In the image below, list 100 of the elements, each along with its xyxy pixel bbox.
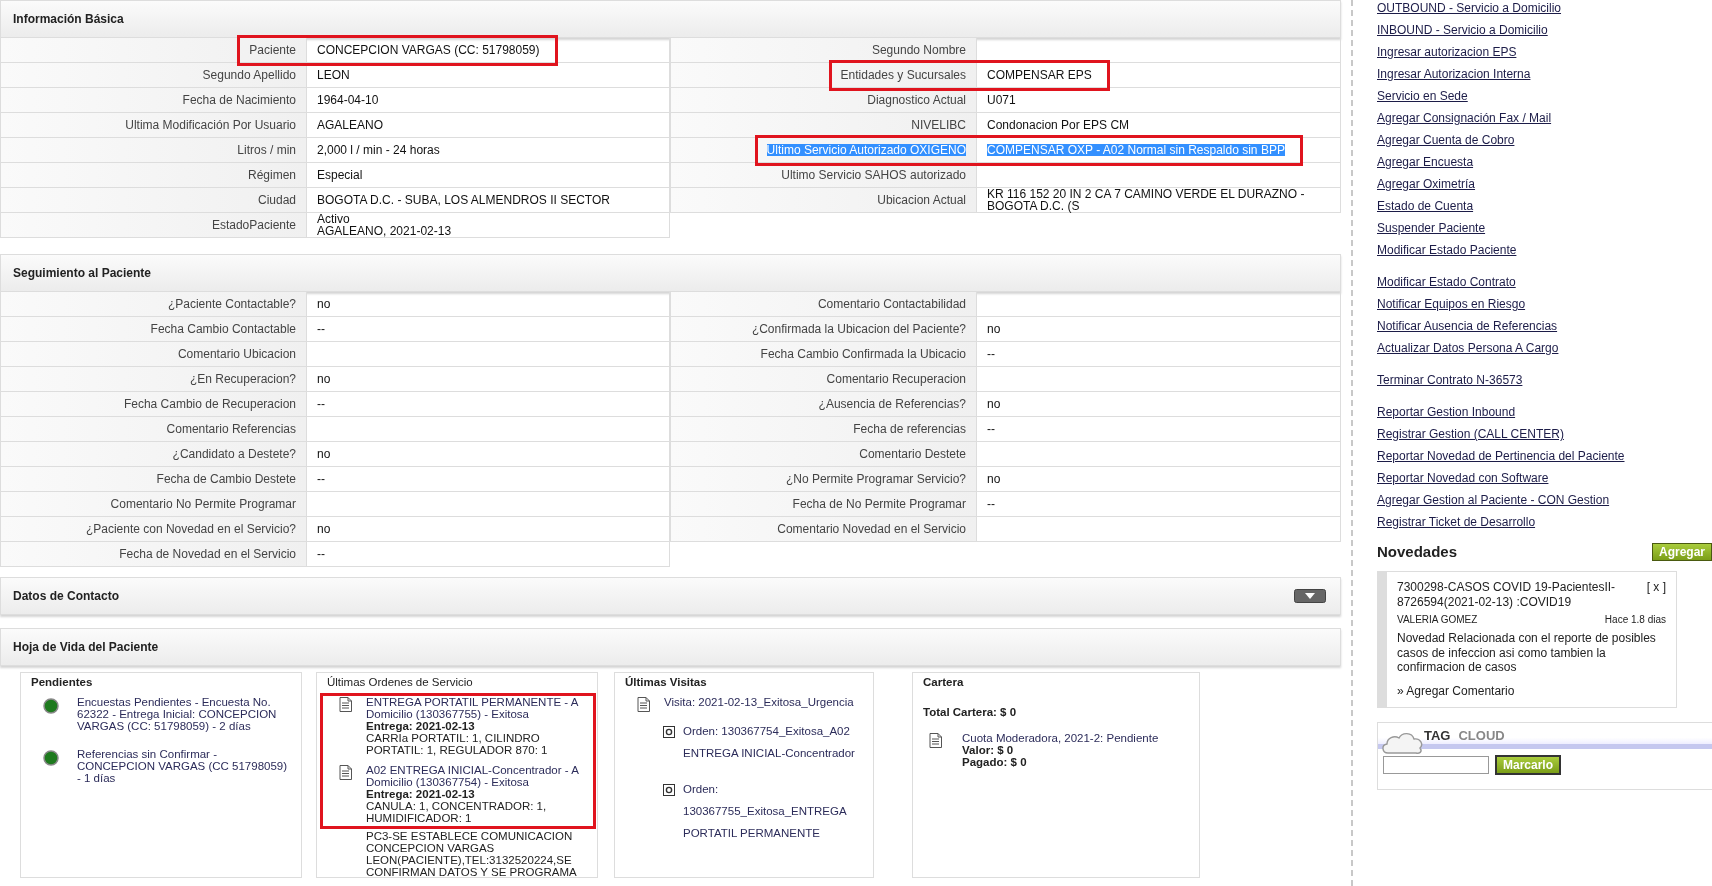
action-link[interactable]: Modificar Estado Contrato (1377, 271, 1712, 293)
action-link[interactable]: Suspender Paciente (1377, 217, 1712, 239)
action-link[interactable]: Terminar Contrato N-36573 (1377, 369, 1712, 391)
field-label: ¿Ausencia de Referencias? (818, 398, 966, 410)
news-age: Hace 1.8 dias (1604, 614, 1666, 627)
news-title: 7300298-CASOS COVID 19-PacientesII-8726594(2021-02-13) :COVID19 (1397, 580, 1617, 610)
field-label: NIVELIBC (911, 119, 966, 131)
section-title: Novedades (1377, 543, 1458, 562)
field-label: Ultima Modificación Por Usuario (125, 119, 296, 131)
field-value: no (317, 448, 331, 460)
field-value: no (317, 523, 331, 535)
field-value: 2,000 l / min - 24 horas (317, 144, 440, 156)
field-label: Ubicacion Actual (877, 194, 966, 206)
document-icon (929, 733, 942, 748)
delivery-date: Entrega: 2021-02-13 (366, 788, 476, 800)
field-label: Segundo Apellido (202, 69, 296, 81)
close-link[interactable]: [ x ] (1646, 580, 1666, 610)
pending-item-text[interactable]: Referencias sin Confirmar - CONCEPCION VARGAS (CC 51798059) - 1 días (77, 748, 291, 784)
charge-link[interactable]: Cuota Moderadora, 2021-2: Pendiente (962, 732, 1159, 744)
action-link[interactable]: Notificar Ausencia de Referencias (1377, 315, 1712, 337)
comment-link[interactable]: » Agregar Comentario (1397, 684, 1666, 699)
field-value: KR 116 152 20 IN 2 CA 7 CAMINO VERDE EL DURAZNO - BOGOTA D.C. (S (987, 188, 1306, 212)
action-link[interactable]: Actualizar Datos Persona A Cargo (1377, 337, 1712, 359)
field-value: -- (317, 398, 325, 410)
field-value: no (987, 323, 1001, 335)
action-link[interactable]: Servicio en Sede (1377, 85, 1712, 107)
field-value: Activo AGALEANO, 2021-02-13 (317, 213, 452, 237)
field-label: ¿Confirmada la Ubicacion del Paciente? (751, 323, 966, 335)
action-link[interactable]: Ingresar Autorizacion Interna (1377, 63, 1712, 85)
expand-toggle[interactable] (1294, 589, 1326, 603)
field-label: EstadoPaciente (211, 219, 296, 231)
field-value: LEON (317, 69, 350, 81)
action-link[interactable]: Agregar Consignación Fax / Mail (1377, 107, 1712, 129)
field-label: ¿No Permite Programar Servicio? (785, 473, 966, 485)
field-value: no (317, 298, 331, 310)
document-icon (339, 697, 352, 712)
section-title: Hoja de Vida del Paciente (13, 639, 159, 655)
action-link[interactable]: Modificar Estado Paciente (1377, 239, 1712, 261)
action-link[interactable]: Ingresar autorizacion EPS (1377, 41, 1712, 63)
field-value: -- (317, 473, 325, 485)
field-value: BOGOTA D.C. - SUBA, LOS ALMENDROS II SECTOR (317, 194, 610, 206)
field-value: no (987, 398, 1001, 410)
action-link[interactable]: INBOUND - Servicio a Domicilio (1377, 19, 1712, 41)
order-title[interactable]: ENTREGA PORTATIL PERMANENTE - A Domicilio (130367755) - Exitosa (366, 696, 587, 720)
action-link[interactable]: Registrar Gestion (CALL CENTER) (1377, 423, 1712, 445)
order-note: PC3-SE ESTABLECE COMUNICACION CONCEPCION VARGAS LEON(PACIENTE),TEL:3132520224,SE CONFIRMAN DATOS Y SE PROGRAMA (366, 830, 578, 877)
action-link[interactable]: Notificar Equipos en Riesgo (1377, 293, 1712, 315)
field-label: Fecha de No Permite Programar (792, 498, 966, 510)
field-value: no (317, 373, 331, 385)
field-label: Fecha de Cambio Destete (156, 473, 296, 485)
panel-title: Cartera (923, 676, 965, 688)
field-label: ¿Paciente con Novedad en el Servicio? (85, 523, 296, 535)
document-icon (637, 697, 650, 712)
section-title: Seguimiento al Paciente (13, 265, 152, 281)
action-link[interactable]: Reportar Novedad de Pertinencia del Paciente (1377, 445, 1712, 467)
field-label: Ciudad (257, 194, 296, 206)
action-link[interactable]: Agregar Cuenta de Cobro (1377, 129, 1712, 151)
tag-field[interactable] (1383, 755, 1489, 774)
field-value: U071 (987, 94, 1016, 106)
field-label: Comentario Destete (859, 448, 966, 460)
pending-item-text[interactable]: Encuestas Pendientes - Encuesta No. 62322 - Entrega Inicial: CONCEPCION VARGAS (CC: 51798059) - 2 días (77, 696, 291, 732)
field-value: -- (987, 423, 995, 435)
field-label: Comentario Recuperacion (826, 373, 966, 385)
field-label: Régimen (247, 169, 296, 181)
document-icon (339, 765, 352, 780)
field-label: Fecha de referencias (853, 423, 966, 435)
action-link[interactable]: Reportar Novedad con Software (1377, 467, 1712, 489)
visit-link[interactable]: Visita: 2021-02-13_Exitosa_Urgencia (664, 696, 854, 712)
tag-cloud-title: TAG (1424, 728, 1451, 744)
field-value: -- (317, 548, 325, 560)
order-detail: CARRIa PORTATIL: 1, CILINDRO PORTATIL: 1, REGULADOR 870: 1 (366, 732, 549, 756)
panel-title: Pendientes (31, 676, 94, 688)
action-link[interactable]: Agregar Oximetría (1377, 173, 1712, 195)
field-label: Fecha Cambio Confirmada la Ubicacio (760, 348, 966, 360)
panel-title: Últimas Ordenes de Servicio (327, 676, 474, 688)
field-label: ¿En Recuperacion? (189, 373, 296, 385)
visit-order-link[interactable]: Orden: 130367755_Exitosa_ENTREGA PORTATIL PERMANENTE (683, 778, 863, 844)
field-value: -- (317, 323, 325, 335)
action-link[interactable]: OUTBOUND - Servicio a Domicilio (1377, 0, 1712, 19)
field-label: Comentario Contactabilidad (817, 298, 966, 310)
field-label: Paciente (249, 44, 296, 56)
field-value: 1964-04-10 (317, 94, 379, 106)
panel-title: Últimas Visitas (625, 676, 708, 688)
field-value: COMPENSAR EPS (987, 69, 1092, 81)
field-label: ¿Paciente Contactable? (167, 298, 296, 310)
order-title[interactable]: A02 ENTREGA INICIAL-Concentrador - A Domicilio (130367754) - Exitosa (366, 764, 587, 788)
action-link[interactable]: Estado de Cuenta (1377, 195, 1712, 217)
order-icon (663, 784, 675, 796)
field-label: Fecha Cambio Contactable (150, 323, 296, 335)
action-link[interactable]: Reportar Gestion Inbound (1377, 401, 1712, 423)
visit-order-link[interactable]: Orden: 130367754_Exitosa_A02 ENTREGA INICIAL-Concentrador (683, 720, 863, 764)
field-label: Ultimo Servicio Autorizado OXIGENO (766, 144, 966, 156)
field-label: Diagnostico Actual (867, 94, 966, 106)
total-text: Total Cartera: $ 0 (923, 706, 1018, 718)
action-link[interactable]: Agregar Encuesta (1377, 151, 1712, 173)
action-link[interactable]: Registrar Ticket de Desarrollo (1377, 511, 1712, 533)
field-label: Litros / min (237, 144, 296, 156)
action-link[interactable]: Agregar Gestion al Paciente - CON Gestion (1377, 489, 1712, 511)
field-label: Ultimo Servicio SAHOS autorizado (781, 169, 966, 181)
field-label: Fecha Cambio de Recuperacion (123, 398, 296, 410)
